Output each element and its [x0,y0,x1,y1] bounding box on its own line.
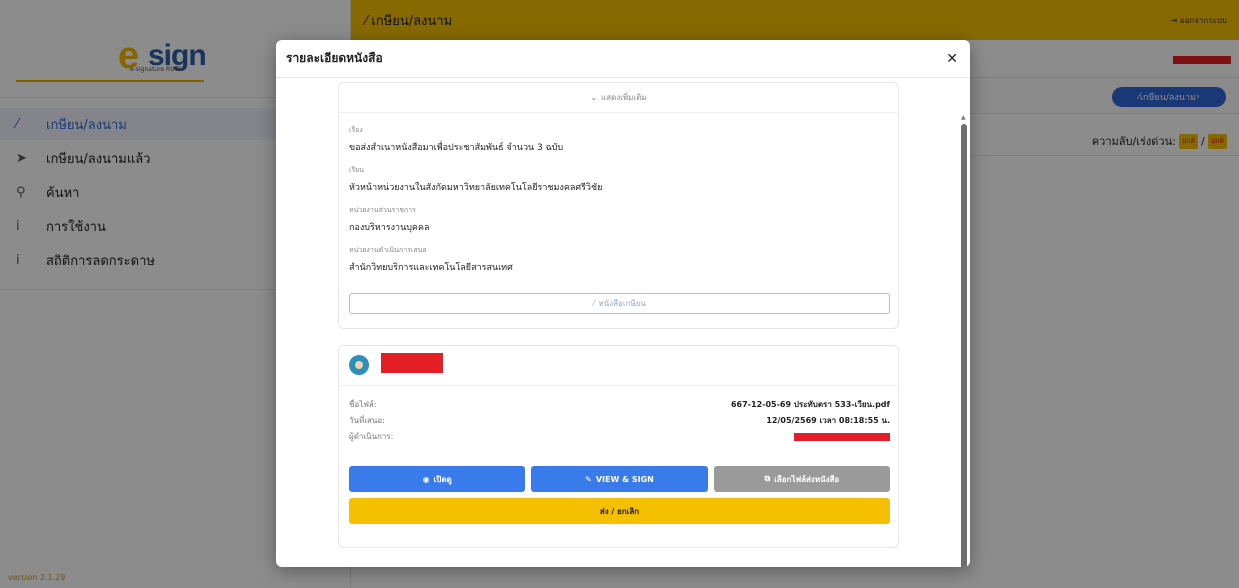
open-button[interactable]: ◉ เปิดดู [349,466,526,492]
user-icon [355,361,363,369]
field-label: เรียน [349,166,365,174]
field-value: หัวหน้าหน่วยงานในสังกัดมหาวิทยาลัยเทคโนโ… [349,183,603,193]
show-more-toggle[interactable]: ⌄ แสดงเพิ่มเติม [339,83,898,113]
modal-body: ⌄ แสดงเพิ่มเติม เรื่อง ขอส่งสำเนาหนังสือ… [276,78,970,567]
department-field: หน่วยงานส่วนราชการ กองบริหารงานบุคคล [349,205,430,234]
edit-icon: ✎ [585,474,592,484]
file-card-header [339,346,898,386]
date-value: 12/05/2569 เวลา 08:18:55 น. [766,416,890,425]
close-icon[interactable]: ✕ [946,51,958,67]
proposing-unit-field: หน่วยงานดำเนินการเสนอ สำนักวิทยบริการและ… [349,245,513,274]
operator-row: ผู้ดำเนินการ: [349,430,890,443]
modal-scrollbar[interactable]: ▲ ▼ [960,114,968,567]
annotated-letter-label: หนังสือเกษียน [598,299,646,308]
send-cancel-button[interactable]: ส่ง / ยกเลิก [349,498,890,524]
redacted-user-name [381,353,443,373]
field-label: หน่วยงานดำเนินการเสนอ [349,246,427,254]
field-label: เรื่อง [349,126,363,134]
scroll-thumb[interactable] [961,124,967,567]
avatar [349,355,369,375]
file-card: ชื่อไฟล์: 667-12-05-69 ประทับตรา 533-เวี… [338,345,899,548]
field-value: กองบริหารงานบุคคล [349,223,430,233]
modal-header: รายละเอียดหนังสือ ✕ [276,40,970,78]
filename-value: 667-12-05-69 ประทับตรา 533-เวียน.pdf [730,400,890,409]
attach-file-label: เลือกไฟล์ส่งหนังสือ [774,474,840,484]
pen-icon: ⁄ [593,299,595,308]
scroll-up-icon[interactable]: ▲ [961,114,966,121]
file-actions: ◉ เปิดดู ✎ VIEW & SIGN ⧉ เลือกไฟล์ส่งหนั… [349,466,890,492]
show-more-label: แสดงเพิ่มเติม [601,93,647,102]
operator-label: ผู้ดำเนินการ: [349,432,394,441]
recipient-field: เรียน หัวหน้าหน่วยงานในสังกัดมหาวิทยาลัย… [349,165,602,194]
field-value: สำนักวิทยบริการและเทคโนโลยีสารสนเทศ [349,263,513,273]
date-label: วันที่เสนอ: [349,416,385,425]
attach-file-button[interactable]: ⧉ เลือกไฟล์ส่งหนังสือ [713,466,890,492]
redacted-operator [794,433,890,441]
subject-field: เรื่อง ขอส่งสำเนาหนังสือมาเพื่อประชาสัมพ… [349,125,563,154]
field-value: ขอส่งสำเนาหนังสือมาเพื่อประชาสัมพันธ์ จำ… [349,143,564,153]
filename-row: ชื่อไฟล์: 667-12-05-69 ประทับตรา 533-เวี… [349,398,890,411]
annotated-letter-button[interactable]: ⁄ หนังสือเกษียน [349,293,890,314]
send-cancel-label: ส่ง / ยกเลิก [599,506,640,516]
view-sign-label: VIEW & SIGN [595,474,654,484]
eye-icon: ◉ [422,474,430,484]
modal-title: รายละเอียดหนังสือ [286,51,383,65]
date-row: วันที่เสนอ: 12/05/2569 เวลา 08:18:55 น. [349,414,890,427]
copy-icon: ⧉ [764,474,771,483]
document-detail-modal: รายละเอียดหนังสือ ✕ ⌄ แสดงเพิ่มเติม เรื่… [276,40,970,567]
chevron-down-icon: ⌄ [590,93,598,102]
app-root: e sign e-signature RUTS ⁄ เกษียน/ลงนาม ➤… [0,0,1239,588]
filename-label: ชื่อไฟล์: [349,400,377,409]
field-label: หน่วยงานส่วนราชการ [349,206,416,214]
view-sign-button[interactable]: ✎ VIEW & SIGN [531,466,708,492]
document-info-card: ⌄ แสดงเพิ่มเติม เรื่อง ขอส่งสำเนาหนังสือ… [338,82,899,329]
open-label: เปิดดู [433,474,452,484]
